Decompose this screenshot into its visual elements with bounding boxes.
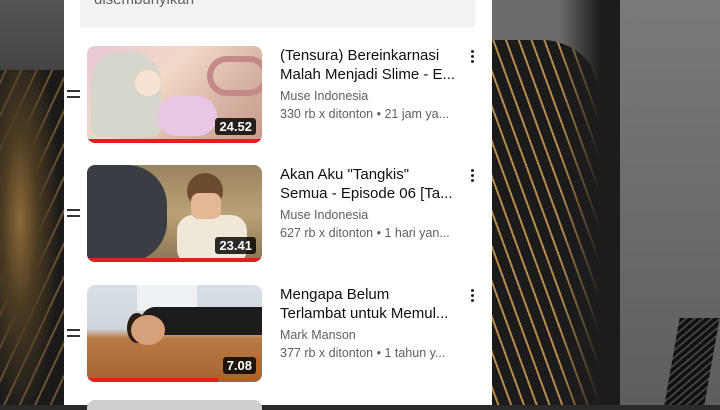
hidden-notice: disembunyikan: [80, 0, 475, 27]
drag-handle-icon[interactable]: [67, 329, 80, 339]
duration-badge: 7.08: [222, 357, 256, 374]
drag-handle-icon[interactable]: [67, 90, 80, 100]
more-vert-icon[interactable]: [468, 169, 476, 185]
channel-name[interactable]: Muse Indonesia: [280, 89, 460, 103]
video-thumbnail[interactable]: 24.52: [87, 46, 262, 143]
video-meta: 627 rb x ditonton • 1 hari yan...: [280, 226, 450, 240]
playlist-item[interactable]: 24.52 (Tensura) Bereinkarnasi Malah Menj…: [64, 46, 492, 146]
video-meta: 330 rb x ditonton • 21 jam ya...: [280, 107, 450, 121]
video-title-line: (Tensura) Bereinkarnasi: [280, 47, 440, 64]
channel-name[interactable]: Mark Manson: [280, 328, 460, 342]
next-thumbnail-peek[interactable]: [87, 400, 262, 410]
video-title-line: Akan Aku "Tangkis": [280, 166, 410, 183]
video-thumbnail[interactable]: 23.41: [87, 165, 262, 262]
more-vert-icon[interactable]: [468, 50, 476, 66]
video-thumbnail[interactable]: 7.08: [87, 285, 262, 382]
playlist-item[interactable]: 7.08 Mengapa Belum Terlambat untuk Memul…: [64, 285, 492, 385]
background-video-left-top: [0, 0, 64, 70]
duration-badge: 24.52: [215, 118, 256, 135]
video-title[interactable]: (Tensura) Bereinkarnasi Malah Menjadi Sl…: [280, 46, 460, 84]
drag-handle-icon[interactable]: [67, 209, 80, 219]
watch-progress-bar: [87, 378, 219, 382]
video-title-line: Terlambat untuk Memul...: [280, 305, 449, 322]
video-title-line: Semua - Episode 06 [Ta...: [280, 185, 453, 202]
more-vert-icon[interactable]: [468, 289, 476, 305]
playlist-item[interactable]: 23.41 Akan Aku "Tangkis" Semua - Episode…: [64, 165, 492, 265]
channel-name[interactable]: Muse Indonesia: [280, 208, 460, 222]
video-meta: 377 rb x ditonton • 1 tahun y...: [280, 346, 446, 360]
duration-badge: 23.41: [215, 237, 256, 254]
playlist-panel: disembunyikan 24.52 (Tensura) Bereinkarn…: [64, 0, 492, 405]
watch-progress-bar: [87, 139, 262, 143]
video-title[interactable]: Akan Aku "Tangkis" Semua - Episode 06 [T…: [280, 165, 460, 203]
hidden-notice-text: disembunyikan: [94, 0, 194, 8]
video-title[interactable]: Mengapa Belum Terlambat untuk Memul...: [280, 285, 460, 323]
watch-progress-bar: [87, 258, 262, 262]
video-title-line: Mengapa Belum: [280, 286, 390, 303]
video-title-line: Malah Menjadi Slime - E...: [280, 66, 456, 83]
